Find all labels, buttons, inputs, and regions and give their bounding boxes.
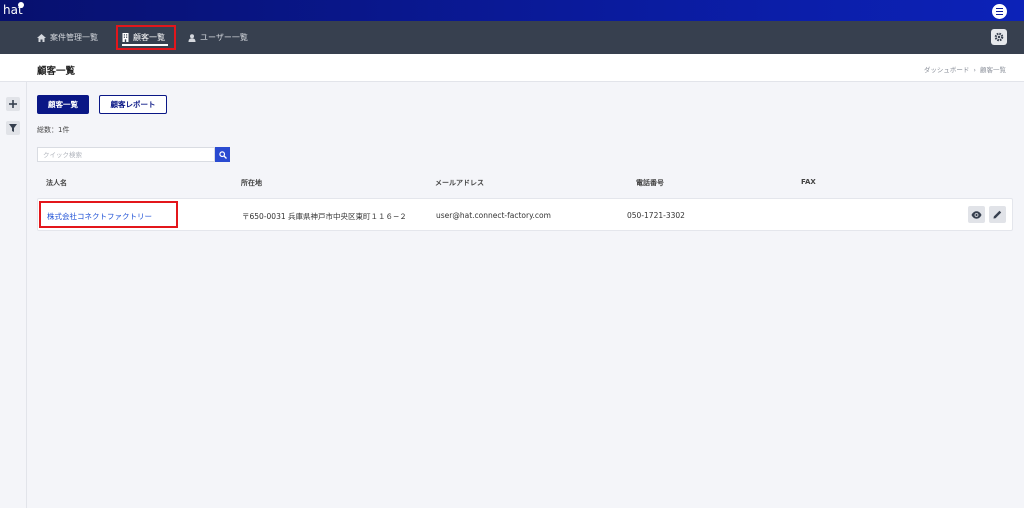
search-input[interactable] xyxy=(37,147,215,162)
customer-phone: 050-1721-3302 xyxy=(627,211,685,220)
column-header-email[interactable]: メールアドレス xyxy=(435,178,484,188)
column-header-fax[interactable]: FAX xyxy=(801,178,816,186)
logo-mark-icon xyxy=(18,2,24,8)
total-count: 総数：1件 xyxy=(37,126,70,134)
chevron-right-icon: › xyxy=(973,66,976,74)
left-toolbar xyxy=(0,82,27,508)
nav-item-label: ユーザー一覧 xyxy=(200,33,248,42)
page-header: 顧客一覧 ダッシュボード › 顧客一覧 xyxy=(0,54,1024,82)
column-header-phone[interactable]: 電話番号 xyxy=(636,178,664,188)
column-header-address[interactable]: 所在地 xyxy=(241,178,262,188)
customer-email: user@hat.connect-factory.com xyxy=(436,211,551,220)
breadcrumb: ダッシュボード › 顧客一覧 xyxy=(922,64,1008,74)
tab-customer-list[interactable]: 顧客一覧 xyxy=(37,95,89,114)
plus-icon[interactable] xyxy=(6,97,20,111)
home-icon xyxy=(37,33,46,42)
search-icon[interactable] xyxy=(215,147,230,162)
gear-icon[interactable] xyxy=(991,29,1007,45)
tab-customer-report[interactable]: 顧客レポート xyxy=(99,95,167,114)
user-icon xyxy=(188,33,196,42)
breadcrumb-dashboard[interactable]: ダッシュボード xyxy=(924,66,970,74)
top-brand-bar: hat xyxy=(0,0,1024,21)
column-header-name[interactable]: 法人名 xyxy=(46,178,67,188)
highlight-box-nav xyxy=(116,25,176,50)
table-row: 株式会社コネクトファクトリー 〒650-0031 兵庫県神戸市中央区東町１１６−… xyxy=(37,198,1013,231)
highlight-box-row xyxy=(39,201,178,228)
nav-item-users[interactable]: ユーザー一覧 xyxy=(188,21,248,54)
page-title: 顧客一覧 xyxy=(37,66,76,77)
view-eye-icon[interactable] xyxy=(968,206,985,223)
nav-item-projects[interactable]: 案件管理一覧 xyxy=(37,21,98,54)
hamburger-menu-icon[interactable] xyxy=(992,4,1007,19)
breadcrumb-current: 顧客一覧 xyxy=(980,66,1006,74)
edit-pencil-icon[interactable] xyxy=(989,206,1006,223)
quick-search xyxy=(37,147,230,162)
customer-address: 〒650-0031 兵庫県神戸市中央区東町１１６−２ xyxy=(242,212,407,221)
filter-icon[interactable] xyxy=(6,121,20,135)
nav-item-label: 案件管理一覧 xyxy=(50,33,98,42)
